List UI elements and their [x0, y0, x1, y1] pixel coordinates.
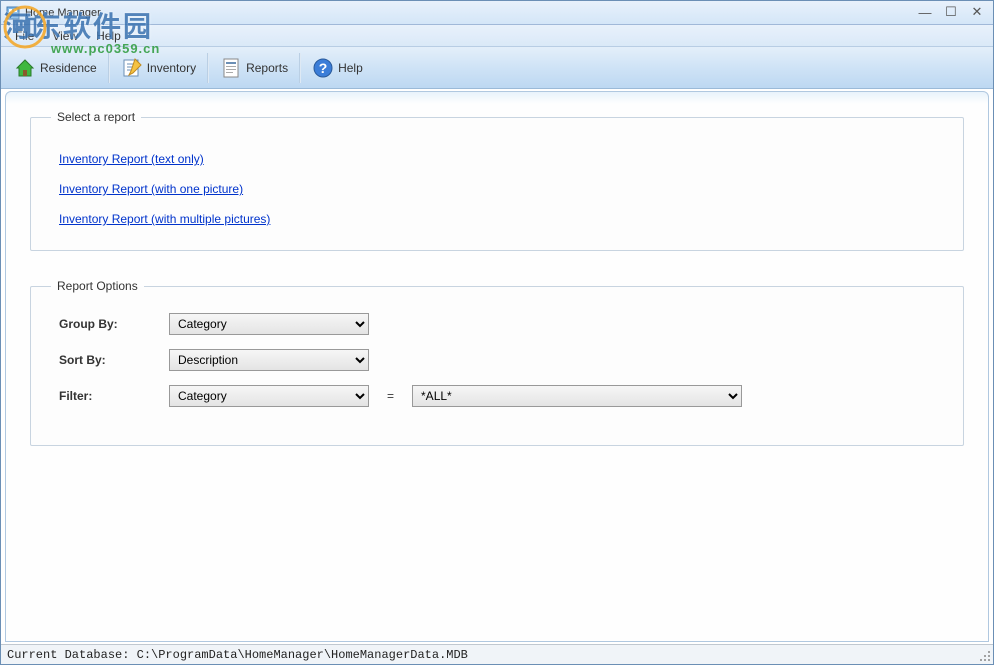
report-links-list: Inventory Report (text only) Inventory R… [51, 144, 943, 226]
select-report-group: Select a report Inventory Report (text o… [30, 110, 964, 251]
resize-grip-icon[interactable] [977, 648, 991, 662]
menu-file[interactable]: File [7, 27, 42, 45]
group-by-select[interactable]: Category [169, 313, 369, 335]
window-title: Home Manager [25, 7, 101, 19]
close-button[interactable]: ✕ [965, 3, 989, 21]
inventory-button[interactable]: Inventory [112, 52, 205, 84]
sort-by-label: Sort By: [59, 353, 169, 367]
window-controls: — ☐ ✕ [913, 3, 989, 21]
report-link-one-picture[interactable]: Inventory Report (with one picture) [59, 182, 243, 196]
menubar: File View Help [1, 25, 993, 47]
inventory-label: Inventory [147, 61, 196, 75]
statusbar-text: Current Database: C:\ProgramData\HomeMan… [7, 648, 468, 662]
content-area: Select a report Inventory Report (text o… [5, 91, 989, 642]
filter-label: Filter: [59, 389, 169, 403]
menu-view[interactable]: View [44, 27, 86, 45]
group-by-label: Group By: [59, 317, 169, 331]
sort-by-select[interactable]: Description [169, 349, 369, 371]
toolbar-separator [299, 53, 301, 83]
report-link-multi-picture[interactable]: Inventory Report (with multiple pictures… [59, 212, 270, 226]
toolbar-separator [207, 53, 209, 83]
reports-label: Reports [246, 61, 288, 75]
pencil-note-icon [121, 57, 143, 79]
toolbar-separator [108, 53, 110, 83]
select-report-legend: Select a report [51, 110, 141, 124]
help-label: Help [338, 61, 363, 75]
report-icon [220, 57, 242, 79]
report-options-group: Report Options Group By: Category Sort B… [30, 279, 964, 446]
filter-value-select[interactable]: *ALL* [412, 385, 742, 407]
report-options-legend: Report Options [51, 279, 144, 293]
filter-field-select[interactable]: Category [169, 385, 369, 407]
sort-by-row: Sort By: Description [51, 349, 943, 371]
statusbar: Current Database: C:\ProgramData\HomeMan… [1, 644, 993, 664]
menu-help[interactable]: Help [88, 27, 129, 45]
help-button[interactable]: ? Help [303, 52, 372, 84]
minimize-button[interactable]: — [913, 3, 937, 21]
svg-text:?: ? [319, 60, 328, 76]
app-icon [5, 5, 21, 21]
equals-label: = [387, 389, 394, 403]
window-titlebar: Home Manager — ☐ ✕ [1, 1, 993, 25]
report-link-text-only[interactable]: Inventory Report (text only) [59, 152, 204, 166]
residence-label: Residence [40, 61, 97, 75]
toolbar: Residence Inventory Reports ? Help [1, 47, 993, 89]
reports-button[interactable]: Reports [211, 52, 297, 84]
home-icon [14, 57, 36, 79]
maximize-button[interactable]: ☐ [939, 3, 963, 21]
filter-row: Filter: Category = *ALL* [51, 385, 943, 407]
help-icon: ? [312, 57, 334, 79]
group-by-row: Group By: Category [51, 313, 943, 335]
residence-button[interactable]: Residence [5, 52, 106, 84]
